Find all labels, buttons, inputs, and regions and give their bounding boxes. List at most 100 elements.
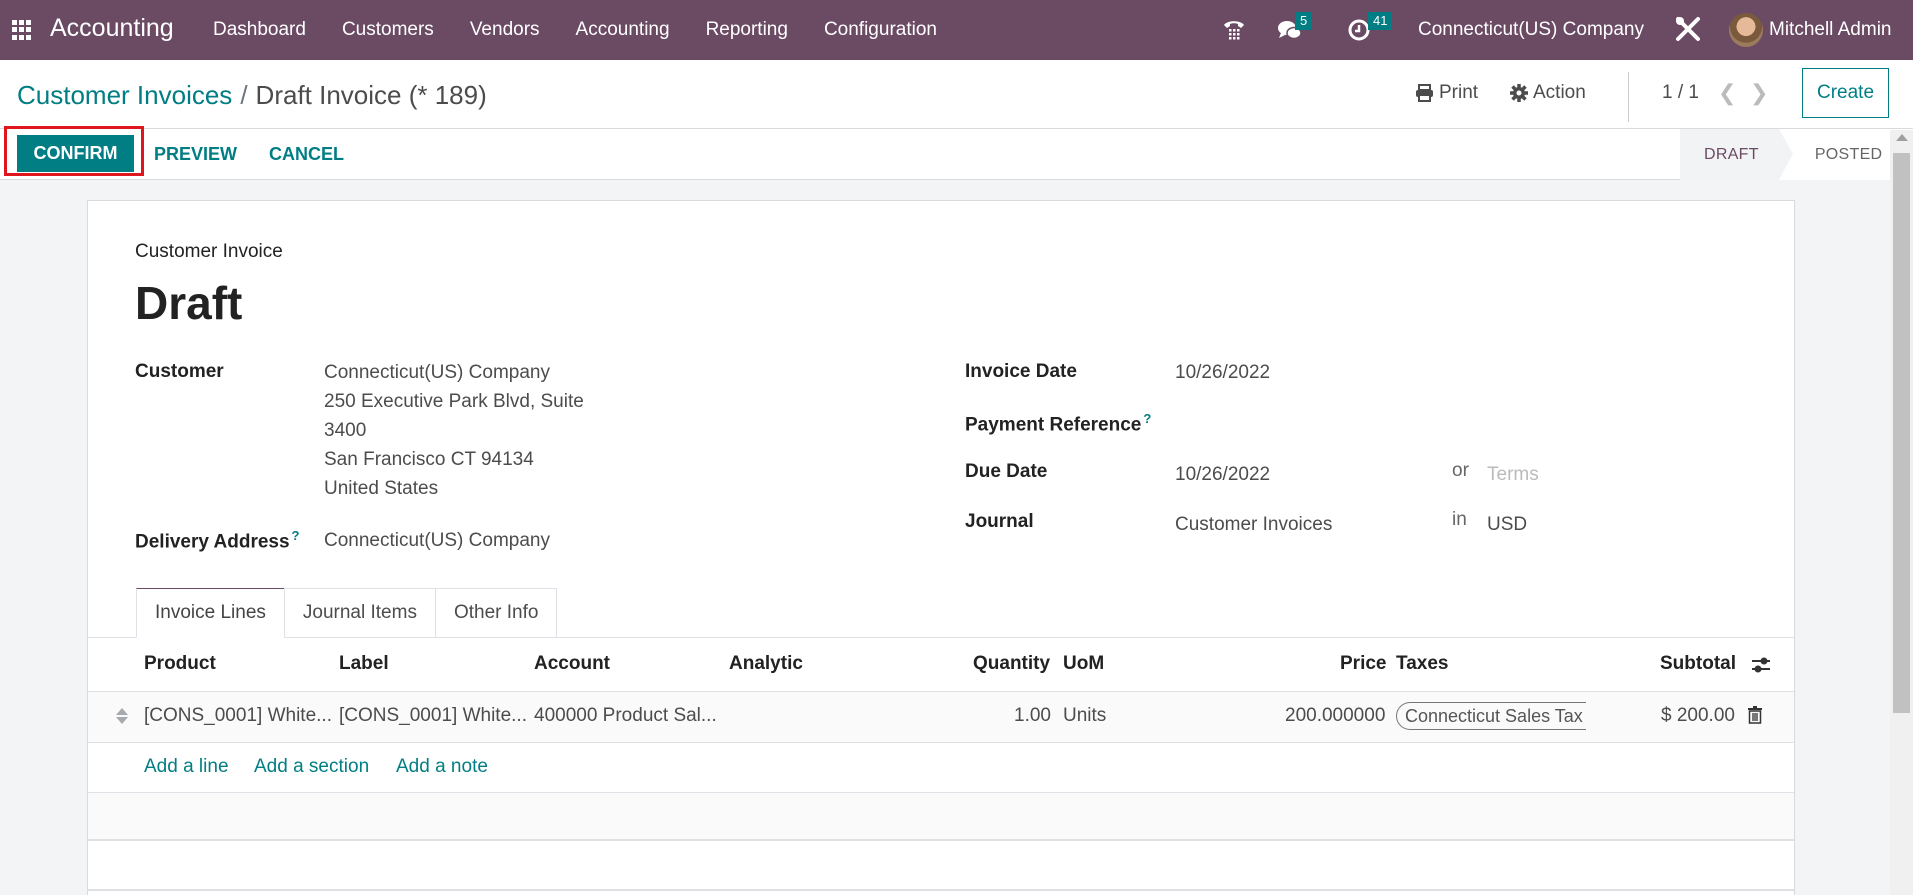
column-header-uom[interactable]: UoM [1063,653,1104,675]
payment-terms-field[interactable]: Terms [1487,460,1539,489]
status-bar: DRAFT POSTED [1680,129,1911,180]
add-line-link[interactable]: Add a line [144,756,229,778]
user-menu[interactable]: Mitchell Admin [1729,13,1892,47]
tab-invoice-lines[interactable]: Invoice Lines [136,588,285,638]
column-header-label[interactable]: Label [339,653,389,675]
customer-address-line-2: 3400 [324,420,367,441]
confirm-button[interactable]: CONFIRM [17,135,134,172]
drag-handle-icon[interactable] [116,706,128,726]
invoice-date-field[interactable]: 10/26/2022 [1175,358,1270,387]
due-date-label: Due Date [965,461,1048,482]
delivery-address-field[interactable]: Connecticut(US) Company [324,526,550,555]
line-uom[interactable]: Units [1063,705,1106,727]
optional-columns-icon[interactable] [1750,655,1772,675]
customer-name: Connecticut(US) Company [324,362,550,383]
column-header-account[interactable]: Account [534,653,610,675]
add-section-link[interactable]: Add a section [254,756,369,778]
preview-button[interactable]: PREVIEW [154,144,237,165]
action-label: Action [1533,82,1586,103]
menu-accounting[interactable]: Accounting [576,19,670,41]
user-name: Mitchell Admin [1769,19,1892,40]
cancel-button[interactable]: CANCEL [269,144,344,165]
column-header-price[interactable]: Price [1340,653,1386,675]
invoice-date-label: Invoice Date [965,361,1077,382]
line-account[interactable]: 400000 Product Sal... [534,705,717,727]
help-tooltip-icon[interactable]: ? [292,528,300,543]
apps-menu-icon[interactable] [12,20,32,40]
column-header-quantity[interactable]: Quantity [973,653,1050,675]
scrollbar-thumb[interactable] [1893,153,1910,713]
action-button[interactable]: Action [1510,82,1586,104]
activities-badge: 41 [1368,12,1393,30]
debug-tools-icon[interactable] [1674,15,1702,48]
table-empty-row [88,792,1794,841]
menu-reporting[interactable]: Reporting [706,19,788,41]
add-note-link[interactable]: Add a note [396,756,488,778]
app-name[interactable]: Accounting [50,14,174,43]
line-product[interactable]: [CONS_0001] White... [144,705,332,727]
tax-tag[interactable]: Connecticut Sales Tax ( [1396,702,1586,730]
customer-address-line-1: 250 Executive Park Blvd, Suite [324,391,584,412]
or-label: or [1452,460,1469,481]
column-header-taxes[interactable]: Taxes [1396,653,1448,675]
tab-journal-items[interactable]: Journal Items [283,588,436,638]
menu-customers[interactable]: Customers [342,19,434,41]
divider [0,128,1913,129]
payment-reference-field[interactable] [1175,408,1675,437]
divider [1628,72,1629,122]
top-navbar: Accounting Dashboard Customers Vendors A… [0,0,1913,60]
pager-value[interactable]: 1 / 1 [1662,82,1699,104]
column-header-subtotal[interactable]: Subtotal [1660,653,1736,675]
payment-reference-label-text: Payment Reference [965,414,1142,436]
pager-previous-icon[interactable]: ❮ [1718,80,1736,106]
journal-field[interactable]: Customer Invoices [1175,510,1332,539]
customer-field[interactable]: Connecticut(US) Company 250 Executive Pa… [324,358,584,503]
breadcrumb-current: Draft Invoice (* 189) [255,80,487,110]
voip-phone-icon[interactable] [1222,17,1246,41]
line-price[interactable]: 200.000000 [1285,705,1385,727]
activities-button[interactable]: 41 [1348,12,1393,42]
in-label: in [1452,509,1467,530]
journal-label: Journal [965,511,1034,532]
gear-icon [1510,84,1528,102]
breadcrumb-customer-invoices[interactable]: Customer Invoices [17,80,232,110]
invoice-form-sheet: Customer Invoice Draft Customer Connecti… [87,200,1795,895]
notebook-tabs: Invoice Lines Journal Items Other Info [136,588,558,638]
company-switcher[interactable]: Connecticut(US) Company [1418,19,1644,41]
create-button[interactable]: Create [1802,68,1889,118]
breadcrumb: Customer Invoices / Draft Invoice (* 189) [17,80,487,111]
customer-label: Customer [135,361,224,382]
main-menu: Dashboard Customers Vendors Accounting R… [213,19,973,41]
print-button[interactable]: Print [1415,82,1478,104]
status-draft[interactable]: DRAFT [1680,129,1793,180]
user-avatar [1729,13,1763,47]
due-date-field[interactable]: 10/26/2022 [1175,460,1270,489]
customer-address-line-3: San Francisco CT 94134 [324,449,534,470]
help-tooltip-icon[interactable]: ? [1143,411,1151,426]
delivery-address-label-text: Delivery Address [135,531,290,553]
menu-dashboard[interactable]: Dashboard [213,19,306,41]
messages-button[interactable]: 5 [1277,12,1313,42]
menu-configuration[interactable]: Configuration [824,19,937,41]
table-footer-divider [88,889,1794,895]
currency-field[interactable]: USD [1487,510,1527,539]
control-panel: Customer Invoices / Draft Invoice (* 189) … [0,60,1913,180]
delete-line-icon[interactable] [1748,706,1762,724]
menu-vendors[interactable]: Vendors [470,19,540,41]
messages-badge: 5 [1295,12,1313,30]
scroll-up-arrow-icon[interactable] [1896,134,1908,141]
customer-address-line-4: United States [324,478,439,499]
line-quantity[interactable]: 1.00 [1014,705,1051,727]
printer-icon [1416,84,1433,102]
document-type: Customer Invoice [135,241,283,262]
line-subtotal: $ 200.00 [1661,705,1735,726]
invoice-title: Draft [135,277,243,329]
tab-other-info[interactable]: Other Info [434,588,558,638]
column-header-analytic[interactable]: Analytic [729,653,803,675]
page-scrollbar[interactable] [1890,130,1913,895]
delivery-address-label: Delivery Address? [135,528,300,553]
line-label[interactable]: [CONS_0001] White... [339,705,527,727]
breadcrumb-separator: / [240,80,248,110]
column-header-product[interactable]: Product [144,653,216,675]
pager-next-icon[interactable]: ❯ [1750,80,1768,106]
